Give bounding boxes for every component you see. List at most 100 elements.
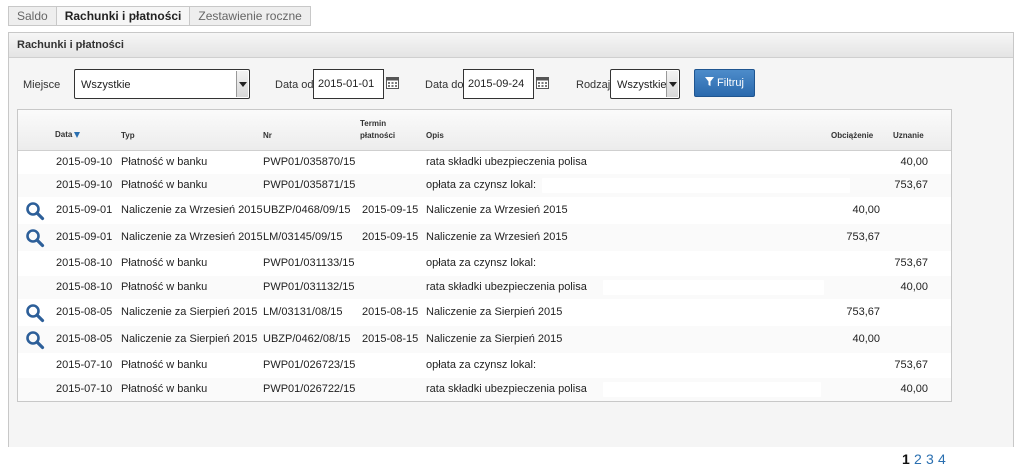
table-row[interactable]: 2015-07-10 Płatność w banku PWP01/026723/1… [18,353,951,379]
debit-cell: 753,67 [846,306,880,318]
redacted-text [603,382,821,397]
column-header-due-line1[interactable]: Termin [360,119,386,128]
tab-zestawienie-roczne[interactable]: Zestawienie roczne [189,6,311,26]
page-link-2[interactable]: 2 [914,451,922,467]
debit-cell: 753,67 [846,231,880,243]
column-header-credit[interactable]: Uznanie [893,131,924,140]
nr-cell: PWP01/031133/15 [263,257,355,269]
type-cell: Płatność w banku [121,156,208,168]
date-from-label: Data od [275,79,314,91]
magnifier-icon[interactable] [25,228,45,248]
type-cell: Płatność w banku [121,179,208,191]
page-link-3[interactable]: 3 [926,451,934,467]
table-row[interactable]: 2015-09-01 Naliczenie za Wrzesień 2015 UBZ… [18,197,951,225]
nr-cell: LM/03131/08/15 [263,306,343,318]
type-cell: Płatność w banku [121,383,208,395]
type-cell: Naliczenie za Sierpień 2015 [121,306,258,318]
description-cell: opłata za czynsz lokal: [426,179,537,191]
nr-cell: PWP01/031132/15 [263,281,355,293]
nr-cell: UBZP/0462/08/15 [263,333,351,345]
table-row[interactable]: 2015-08-10 Płatność w banku PWP01/031133/1… [18,251,951,277]
description-cell: opłata za czynsz lokal: [426,359,537,371]
date-cell: 2015-09-10 [56,156,113,168]
nr-cell: UBZP/0468/09/15 [263,204,351,216]
redacted-text [603,280,824,295]
magnifier-icon[interactable] [25,303,45,323]
table-row[interactable]: 2015-09-01 Naliczenie za Wrzesień 2015 LM/… [18,224,951,252]
table-row[interactable]: 2015-09-10 Płatność w banku PWP01/035870/1… [18,151,951,175]
column-header-nr[interactable]: Nr [263,131,272,140]
type-cell: Płatność w banku [121,257,208,269]
calendar-icon[interactable] [536,76,549,89]
date-to-input[interactable]: 2015-09-24 [463,69,534,99]
table-row[interactable]: 2015-09-10 Płatność w banku PWP01/035871/1… [18,174,951,198]
redacted-text [598,155,837,170]
type-cell: Naliczenie za Wrzesień 2015 [121,231,263,243]
column-header-due-line2[interactable]: płatności [360,131,395,140]
table-row[interactable]: 2015-08-05 Naliczenie za Sierpień 2015 LM/… [18,299,951,327]
tab-rachunki-i-platnosci[interactable]: Rachunki i płatności [55,6,191,26]
redacted-text [540,256,833,271]
page-link-1[interactable]: 1 [902,451,910,467]
chevron-down-icon [236,71,248,97]
place-select[interactable]: Wszystkie [74,69,250,99]
nr-cell: PWP01/026723/15 [263,359,356,371]
date-cell: 2015-08-10 [56,257,113,269]
filter-button[interactable]: Filtruj [694,69,755,97]
magnifier-icon[interactable] [25,201,45,221]
nr-cell: PWP01/035870/15 [263,156,356,168]
date-cell: 2015-09-10 [56,179,113,191]
description-cell: Naliczenie za Wrzesień 2015 [426,231,568,243]
due-date-cell: 2015-09-15 [362,231,419,243]
due-date-cell: 2015-09-15 [362,204,419,216]
funnel-icon [705,70,715,96]
nr-cell: PWP01/035871/15 [263,179,356,191]
column-header-desc[interactable]: Opis [426,131,444,140]
filter-button-label: Filtruj [717,77,744,89]
redacted-text [540,358,790,373]
debit-cell: 40,00 [852,333,880,345]
date-to-label: Data do [425,79,464,91]
credit-cell: 40,00 [900,383,928,395]
type-cell: Płatność w banku [121,359,208,371]
panel-title: Rachunki i płatności [9,33,1013,58]
table-header: Data Typ Nr Termin płatności Opis Obciąż… [18,110,951,151]
due-date-cell: 2015-08-15 [362,306,419,318]
credit-cell: 40,00 [900,281,928,293]
date-cell: 2015-07-10 [56,359,113,371]
description-cell: Naliczenie za Sierpień 2015 [426,333,563,345]
description-cell: opłata za czynsz lokal: [426,257,537,269]
type-cell: Naliczenie za Sierpień 2015 [121,333,258,345]
description-cell: rata składki ubezpieczenia polisa [426,156,587,168]
description-cell: rata składki ubezpieczenia polisa [426,281,587,293]
calendar-icon[interactable] [386,76,399,89]
type-cell: Płatność w banku [121,281,208,293]
date-cell: 2015-09-01 [56,231,113,243]
nr-cell: PWP01/026722/15 [263,383,356,395]
nr-cell: LM/03145/09/15 [263,231,343,243]
column-header-date[interactable]: Data [55,130,81,139]
date-cell: 2015-09-01 [56,204,113,216]
page-link-4[interactable]: 4 [938,451,946,467]
column-header-type[interactable]: Typ [121,131,135,140]
column-header-debit[interactable]: Obciążenie [831,131,873,140]
description-cell: rata składki ubezpieczenia polisa [426,383,587,395]
tab-saldo[interactable]: Saldo [8,6,57,26]
kind-select[interactable]: Wszystkie [610,69,680,99]
chevron-down-icon [666,71,678,97]
place-label: Miejsce [23,79,61,91]
table-row[interactable]: 2015-07-10 Płatność w banku PWP01/026722/1… [18,378,951,401]
bills-panel: Rachunki i płatności Miejsce Wszystkie D… [8,32,1014,467]
tab-bar: Saldo Rachunki i płatności Zestawienie r… [8,6,311,26]
credit-cell: 753,67 [894,179,928,191]
magnifier-icon[interactable] [25,330,45,350]
table-row[interactable]: 2015-08-10 Płatność w banku PWP01/031132/1… [18,276,951,300]
description-cell: Naliczenie za Sierpień 2015 [426,306,563,318]
date-from-input[interactable]: 2015-01-01 [313,69,384,99]
table-row[interactable]: 2015-08-05 Naliczenie za Sierpień 2015 UBZ… [18,326,951,354]
date-cell: 2015-08-05 [56,333,113,345]
credit-cell: 40,00 [900,156,928,168]
redacted-text [542,178,850,193]
credit-cell: 753,67 [894,257,928,269]
kind-select-value: Wszystkie [617,79,667,91]
